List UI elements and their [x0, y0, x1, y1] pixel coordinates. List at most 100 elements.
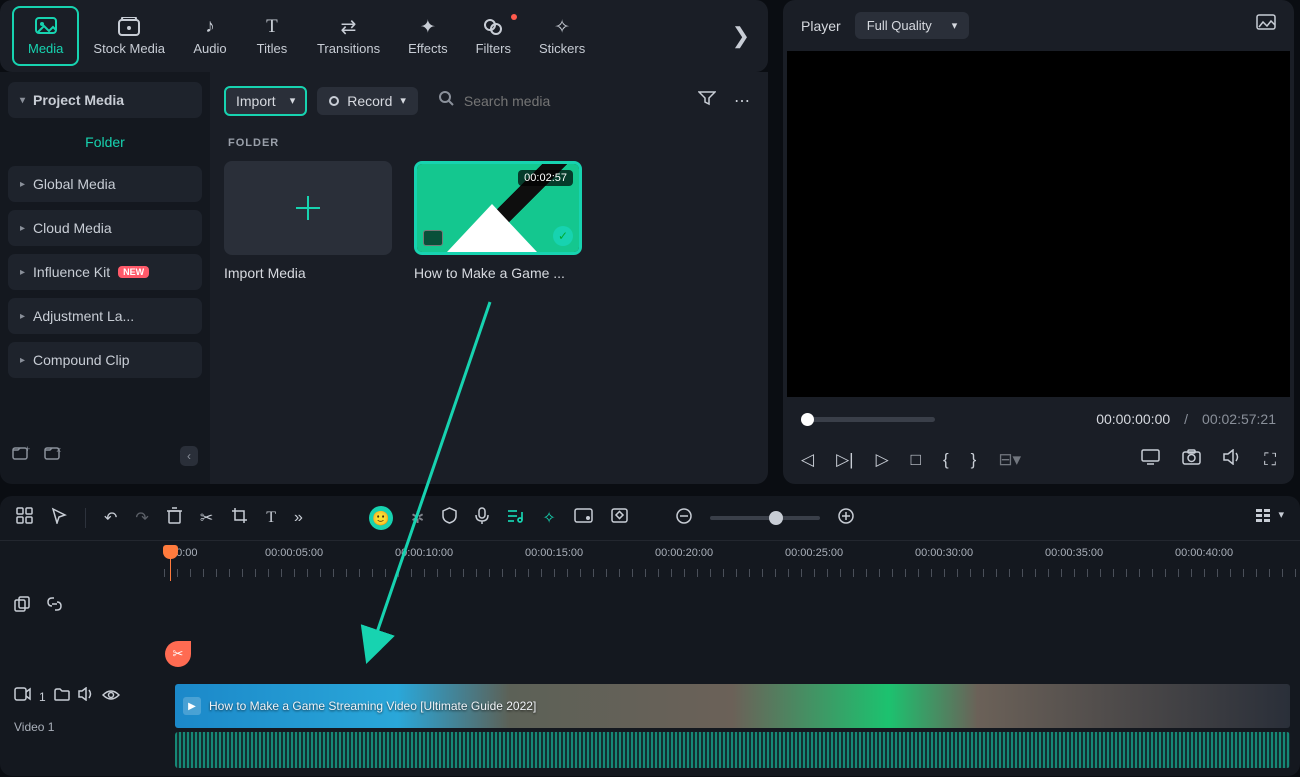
tab-label: Transitions: [317, 41, 380, 56]
view-mode-icon[interactable]: [1255, 508, 1272, 528]
svg-text:+: +: [25, 445, 30, 454]
tab-transitions[interactable]: ⇄ Transitions: [303, 6, 394, 66]
reel-icon[interactable]: ✲: [411, 508, 424, 528]
sidebar-item-label: Global Media: [33, 176, 116, 192]
stop-icon[interactable]: □: [911, 450, 921, 470]
display-icon[interactable]: [1141, 449, 1160, 470]
search-field[interactable]: [428, 84, 684, 117]
camera-icon[interactable]: [1182, 449, 1201, 470]
new-folder-icon[interactable]: +: [12, 445, 30, 466]
chevron-down-icon: ▾: [400, 94, 406, 107]
track-volume-icon[interactable]: [78, 687, 94, 706]
tab-media[interactable]: Media: [12, 6, 79, 66]
tab-stock-media[interactable]: Stock Media: [79, 6, 179, 66]
sidebar-item-compound-clip[interactable]: ▸ Compound Clip: [8, 342, 202, 378]
ai-assistant-icon[interactable]: 🙂: [369, 506, 393, 530]
ruler-mark: 00:00:35:00: [1045, 547, 1103, 559]
zoom-slider[interactable]: [710, 516, 820, 520]
prev-frame-icon[interactable]: ◁: [801, 450, 814, 470]
fullscreen-icon[interactable]: ⛶: [1264, 450, 1276, 470]
chevron-right-icon: ▸: [20, 267, 25, 278]
clip-title: How to Make a Game Streaming Video [Ulti…: [209, 699, 536, 713]
more-options-icon[interactable]: ⋯: [730, 87, 754, 115]
folder-icon[interactable]: [54, 688, 70, 706]
tab-titles[interactable]: T Titles: [241, 6, 303, 66]
sidebar-item-adjustment-layers[interactable]: ▸ Adjustment La...: [8, 298, 202, 334]
cursor-icon[interactable]: [51, 507, 67, 529]
sidebar-item-cloud-media[interactable]: ▸ Cloud Media: [8, 210, 202, 246]
crop-icon[interactable]: [231, 507, 248, 529]
visibility-icon[interactable]: [102, 688, 120, 706]
ruler-mark: 00:00:15:00: [525, 547, 583, 559]
mark-out-icon[interactable]: }: [971, 450, 977, 470]
sidebar-item-label: Cloud Media: [33, 220, 112, 236]
zoom-handle[interactable]: [769, 511, 783, 525]
mark-in-icon[interactable]: {: [943, 450, 949, 470]
track-label: Video 1: [14, 720, 150, 734]
quality-select[interactable]: Full Quality ▾: [855, 12, 970, 39]
tab-filters[interactable]: Filters: [462, 6, 525, 66]
redo-icon[interactable]: ↷: [135, 508, 148, 528]
timeline-ruler[interactable]: 00:00 00:00:05:00 00:00:10:00 00:00:15:0…: [0, 543, 1300, 581]
volume-icon[interactable]: [1223, 449, 1242, 470]
sidebar-item-project-media[interactable]: ▾ Project Media: [8, 82, 202, 118]
effects-icon: ✦: [417, 16, 439, 38]
timecode-separator: /: [1184, 411, 1188, 427]
cut-marker-icon[interactable]: ✂: [165, 641, 191, 667]
snapshot-icon[interactable]: [1256, 14, 1276, 37]
sidebar-item-label: Adjustment La...: [33, 308, 134, 324]
mic-icon[interactable]: [475, 507, 489, 530]
duration-timecode: 00:02:57:21: [1202, 411, 1276, 427]
folder-label[interactable]: Folder: [8, 126, 202, 158]
layout-icon[interactable]: ⊟▾: [998, 450, 1021, 470]
search-input[interactable]: [464, 93, 674, 109]
tabs-more-button[interactable]: ❯: [726, 17, 756, 55]
sidebar-collapse-button[interactable]: ‹: [180, 446, 198, 466]
scrub-handle[interactable]: [801, 413, 814, 426]
player-label: Player: [801, 18, 841, 34]
text-tool-icon[interactable]: T: [266, 509, 276, 527]
ruler-mark: 00:00:10:00: [395, 547, 453, 559]
trash-icon[interactable]: [167, 507, 182, 529]
apps-icon[interactable]: [16, 507, 33, 529]
chevron-right-icon: ▸: [20, 311, 25, 322]
scissors-icon[interactable]: ✂: [200, 508, 213, 528]
aspect-icon[interactable]: [574, 508, 593, 528]
new-badge: NEW: [118, 266, 149, 278]
undo-icon[interactable]: ↶: [104, 508, 117, 528]
ruler-mark: 00:00:05:00: [265, 547, 323, 559]
delete-folder-icon[interactable]: ×: [44, 445, 62, 466]
video-track-icon[interactable]: [14, 687, 31, 706]
scrub-bar[interactable]: [801, 417, 935, 422]
media-clip-tile[interactable]: 00:02:57 ✓ How to Make a Game ...: [414, 161, 582, 281]
tab-audio[interactable]: ♪ Audio: [179, 6, 241, 66]
tab-stickers[interactable]: ✧ Stickers: [525, 6, 599, 66]
current-timecode: 00:00:00:00: [1096, 411, 1170, 427]
shield-icon[interactable]: [442, 507, 457, 529]
magic-cut-icon[interactable]: ✧: [542, 508, 555, 528]
filter-icon[interactable]: [694, 86, 720, 115]
play-icon[interactable]: ▷: [876, 450, 889, 470]
audio-waveform[interactable]: [175, 732, 1290, 768]
zoom-in-icon[interactable]: [838, 508, 854, 529]
record-button[interactable]: Record ▾: [317, 87, 418, 115]
notification-dot: [511, 14, 517, 20]
player-viewport[interactable]: [787, 51, 1290, 397]
view-dropdown-icon[interactable]: ▾: [1278, 508, 1284, 528]
sidebar-item-influence-kit[interactable]: ▸ Influence Kit NEW: [8, 254, 202, 290]
sidebar-item-global-media[interactable]: ▸ Global Media: [8, 166, 202, 202]
tab-effects[interactable]: ✦ Effects: [394, 6, 462, 66]
zoom-out-icon[interactable]: [676, 508, 692, 529]
music-list-icon[interactable]: [507, 508, 524, 529]
keyframe-box-icon[interactable]: [611, 508, 628, 528]
more-tools-icon[interactable]: »: [294, 509, 303, 527]
tab-label: Media: [28, 41, 63, 56]
copy-track-icon[interactable]: [14, 596, 30, 617]
import-button[interactable]: Import ▾: [224, 86, 307, 116]
import-media-tile[interactable]: Import Media: [224, 161, 392, 281]
clip-play-icon: ▶: [183, 697, 201, 715]
ruler-mark: 00:00:20:00: [655, 547, 713, 559]
link-icon[interactable]: [46, 596, 63, 617]
video-clip[interactable]: ▶ How to Make a Game Streaming Video [Ul…: [175, 684, 1290, 728]
step-forward-icon[interactable]: ▷|: [836, 450, 854, 470]
